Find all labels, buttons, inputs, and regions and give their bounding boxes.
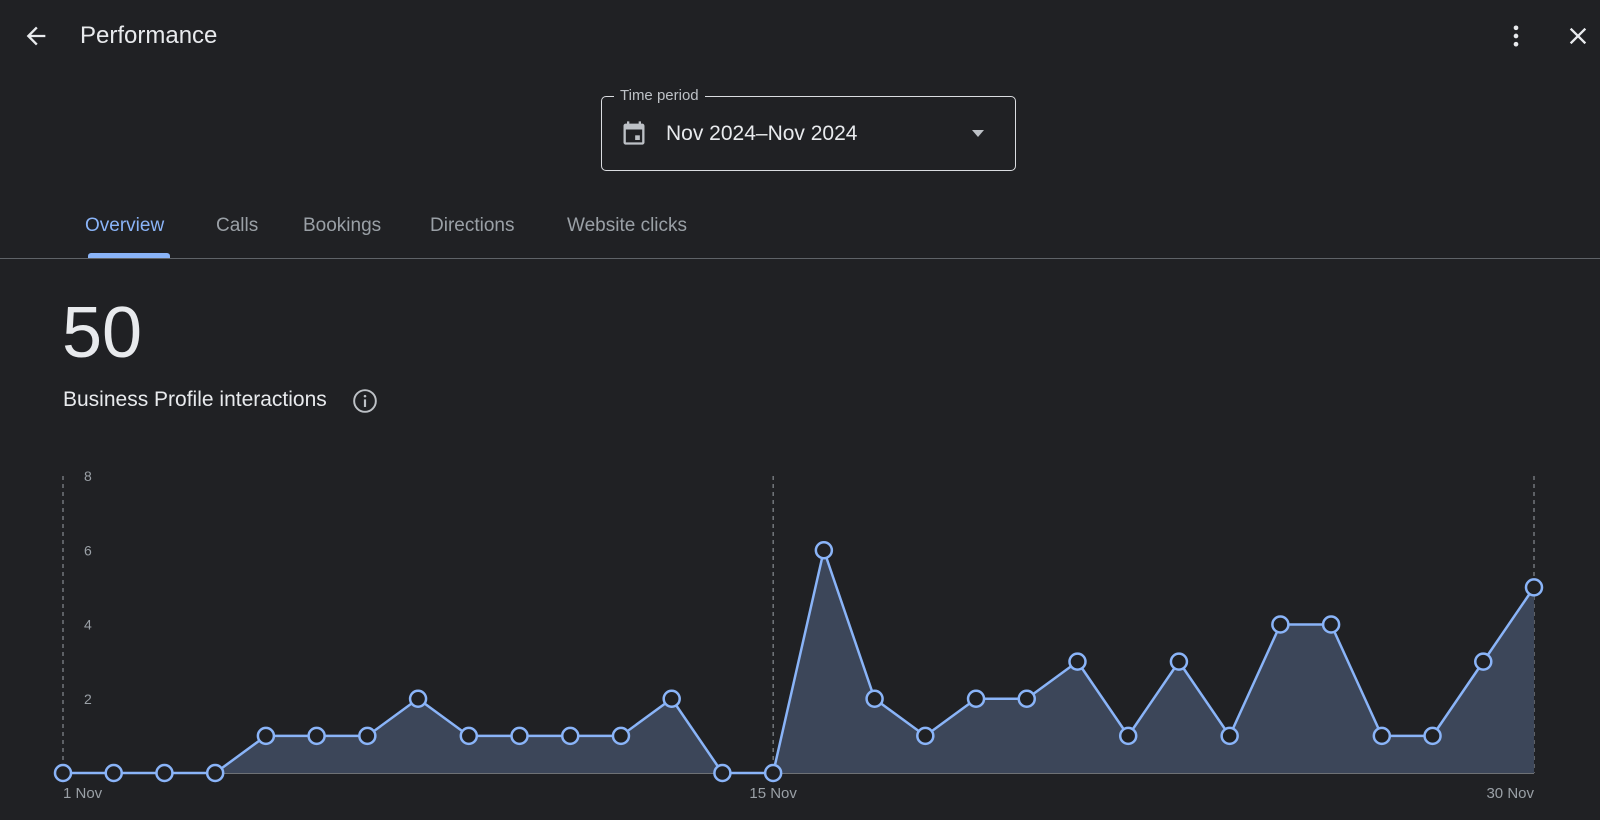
data-point <box>1068 652 1087 671</box>
header-bar: Performance <box>0 0 1600 72</box>
data-point <box>1169 652 1189 671</box>
data-point <box>1321 615 1341 634</box>
x-tick-label: 15 Nov <box>749 785 797 802</box>
data-point <box>155 763 174 783</box>
data-point <box>205 763 225 783</box>
data-point <box>1271 615 1290 634</box>
data-point <box>560 726 580 746</box>
info-icon[interactable] <box>352 388 378 414</box>
tab-website-clicks[interactable]: Website clicks <box>567 214 687 238</box>
close-button[interactable] <box>1562 20 1594 52</box>
data-point <box>713 763 732 783</box>
page-title: Performance <box>80 22 218 49</box>
y-tick-label: 4 <box>84 617 92 633</box>
more-options-button[interactable] <box>1498 20 1534 52</box>
data-point <box>358 726 377 746</box>
y-tick-label: 6 <box>84 542 92 558</box>
close-icon <box>1569 27 1587 45</box>
data-point <box>53 763 73 783</box>
data-point <box>256 726 276 746</box>
time-period-select[interactable]: Time period Nov 2024–Nov 2024 <box>601 86 1016 171</box>
more-vert-icon <box>1513 25 1519 47</box>
time-period-value: Nov 2024–Nov 2024 <box>666 122 858 145</box>
calendar-icon <box>623 121 645 145</box>
data-point <box>307 726 326 746</box>
tab-overview[interactable]: Overview <box>85 214 164 238</box>
time-period-label: Time period <box>614 86 705 106</box>
x-tick-label: 30 Nov <box>1486 785 1534 802</box>
x-tick-label: 1 Nov <box>63 785 103 802</box>
data-point <box>104 763 123 783</box>
data-point <box>1423 726 1442 746</box>
data-point <box>1220 726 1239 746</box>
data-point <box>611 726 631 746</box>
arrow-back-icon <box>26 26 46 46</box>
tab-bar: Overview Calls Bookings Directions Websi… <box>0 200 1600 259</box>
data-point <box>865 689 884 708</box>
y-tick-label: 2 <box>84 691 92 707</box>
data-point <box>1118 726 1138 746</box>
data-point <box>814 541 834 560</box>
tab-bookings[interactable]: Bookings <box>303 214 381 238</box>
back-button[interactable] <box>20 20 52 52</box>
y-tick-label: 8 <box>84 468 92 484</box>
metric-label: Business Profile interactions <box>63 388 327 411</box>
tab-directions[interactable]: Directions <box>430 214 514 238</box>
data-point <box>662 689 681 708</box>
tab-calls[interactable]: Calls <box>216 214 258 238</box>
active-tab-indicator <box>88 253 170 258</box>
caret-down-icon <box>972 130 984 137</box>
data-point <box>408 689 428 708</box>
interactions-area-chart: 2 4 6 8 1 Nov 15 Nov 30 Nov <box>53 468 1544 802</box>
data-point <box>510 726 529 746</box>
data-point <box>1372 726 1392 746</box>
data-point <box>916 726 935 746</box>
data-point <box>1017 689 1037 708</box>
data-point <box>1524 578 1544 597</box>
total-interactions-value: 50 <box>62 293 143 373</box>
data-point <box>1474 652 1493 671</box>
data-point <box>763 763 783 783</box>
data-point <box>459 726 479 746</box>
data-point <box>966 689 986 708</box>
